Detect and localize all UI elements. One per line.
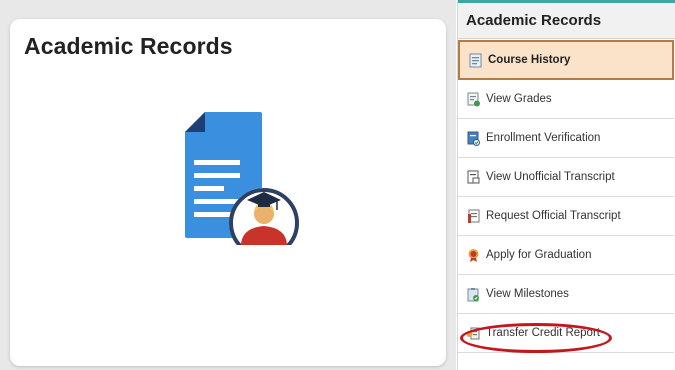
nav-list: Course History View Grades Enrollment Ve…: [458, 40, 675, 353]
nav-item-label: Enrollment Verification: [486, 132, 601, 144]
academic-document-icon: [185, 112, 299, 245]
graduation-icon: [466, 247, 480, 263]
nav-item-label: View Unofficial Transcript: [486, 171, 615, 183]
nav-item-label: Request Official Transcript: [486, 210, 621, 222]
unofficial-transcript-icon: [466, 169, 480, 185]
transfer-credit-icon: [466, 325, 480, 341]
tile-title: Academic Records: [24, 33, 233, 59]
nav-item-label: Course History: [488, 54, 571, 66]
nav-item-view-grades[interactable]: View Grades: [458, 80, 674, 119]
academic-records-tile[interactable]: Academic Records: [10, 19, 446, 366]
milestones-icon: [466, 286, 480, 302]
nav-item-view-milestones[interactable]: View Milestones: [458, 275, 674, 314]
nav-item-label: Transfer Credit Report: [486, 327, 600, 339]
tile-area: Academic Records: [0, 0, 456, 370]
official-transcript-icon: [466, 208, 480, 224]
nav-item-course-history[interactable]: Course History: [458, 40, 674, 80]
nav-item-label: View Milestones: [486, 288, 569, 300]
academic-records-nav-panel: Academic Records Course History View Gra…: [457, 0, 675, 370]
course-history-icon: [468, 52, 482, 68]
nav-item-view-unofficial-transcript[interactable]: View Unofficial Transcript: [458, 158, 674, 197]
panel-header: Academic Records: [458, 3, 675, 39]
nav-item-apply-for-graduation[interactable]: Apply for Graduation: [458, 236, 674, 275]
nav-item-label: Apply for Graduation: [486, 249, 592, 261]
enrollment-verification-icon: [466, 130, 480, 146]
panel-title: Academic Records: [466, 12, 602, 29]
nav-item-transfer-credit-report[interactable]: Transfer Credit Report: [458, 314, 674, 353]
view-grades-icon: [466, 91, 480, 107]
nav-item-request-official-transcript[interactable]: Request Official Transcript: [458, 197, 674, 236]
nav-item-label: View Grades: [486, 93, 552, 105]
nav-item-enrollment-verification[interactable]: Enrollment Verification: [458, 119, 674, 158]
